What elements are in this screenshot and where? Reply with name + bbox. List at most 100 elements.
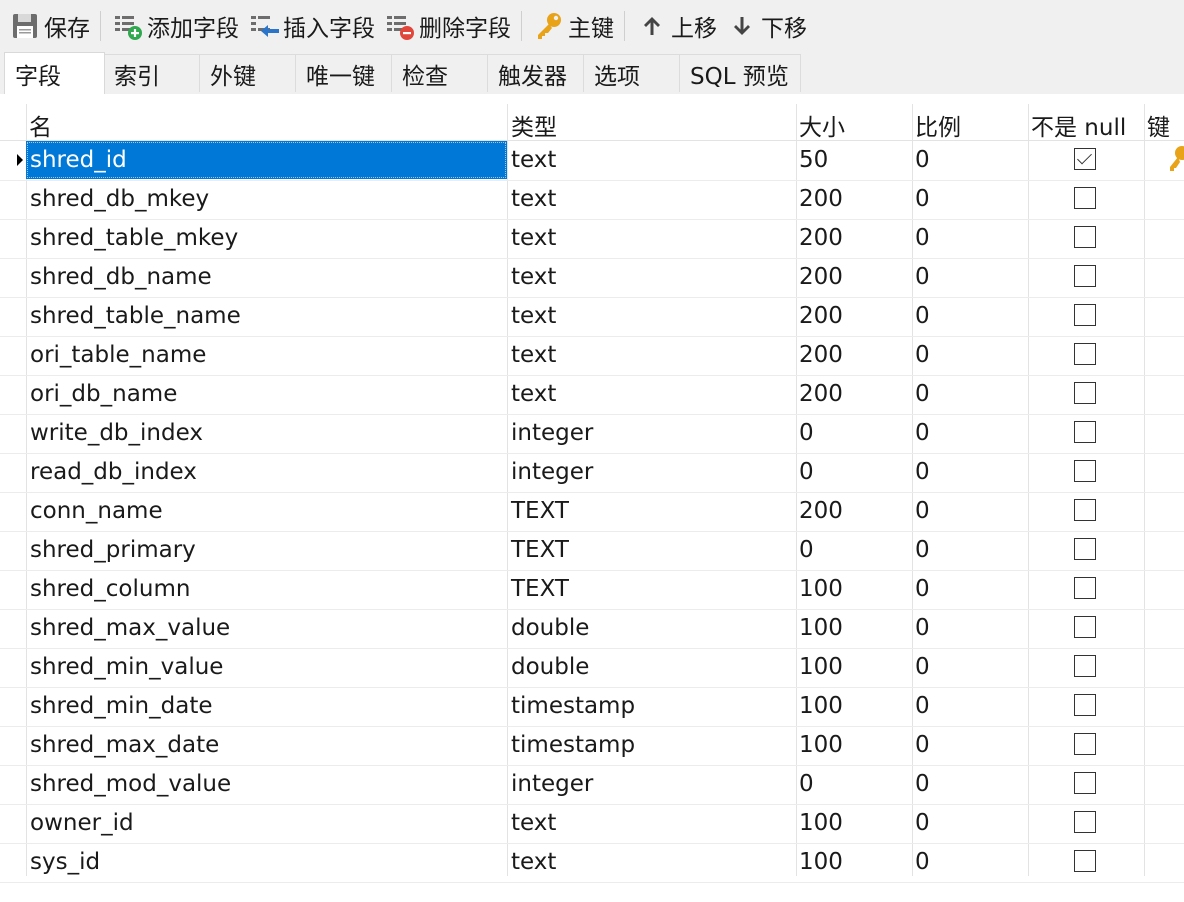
table-row[interactable]: ori_db_name text 200 0 — [0, 375, 1184, 415]
field-type-cell[interactable]: TEXT — [511, 492, 569, 530]
table-row[interactable]: ori_table_name text 200 0 — [0, 336, 1184, 376]
field-size-cell[interactable]: 100 — [799, 687, 843, 725]
table-row[interactable]: shred_column TEXT 100 0 — [0, 570, 1184, 610]
field-scale-cell[interactable]: 0 — [915, 609, 930, 647]
delete-field-button[interactable]: 删除字段 — [379, 6, 515, 46]
field-scale-cell[interactable]: 0 — [915, 765, 930, 803]
field-size-cell[interactable]: 200 — [799, 492, 843, 530]
field-scale-cell[interactable]: 0 — [915, 141, 930, 179]
field-size-cell[interactable]: 200 — [799, 375, 843, 413]
tab-checks[interactable]: 检查 — [391, 54, 487, 92]
field-name-cell[interactable]: shred_table_name — [26, 297, 507, 335]
table-row[interactable]: shred_db_name text 200 0 — [0, 258, 1184, 298]
not-null-checkbox[interactable] — [1074, 733, 1096, 755]
field-scale-cell[interactable]: 0 — [915, 687, 930, 725]
field-name-cell[interactable]: shred_mod_value — [26, 765, 507, 803]
move-down-button[interactable]: 下移 — [721, 6, 811, 46]
table-row[interactable]: shred_min_value double 100 0 — [0, 648, 1184, 688]
table-row[interactable]: read_db_index integer 0 0 — [0, 453, 1184, 493]
field-type-cell[interactable]: TEXT — [511, 570, 569, 608]
field-type-cell[interactable]: text — [511, 375, 556, 413]
tab-sql-preview[interactable]: SQL 预览 — [679, 54, 801, 92]
field-scale-cell[interactable]: 0 — [915, 648, 930, 686]
field-scale-cell[interactable]: 0 — [915, 570, 930, 608]
field-size-cell[interactable]: 0 — [799, 531, 814, 569]
field-scale-cell[interactable]: 0 — [915, 375, 930, 413]
table-row[interactable]: shred_db_mkey text 200 0 — [0, 180, 1184, 220]
not-null-checkbox[interactable] — [1074, 850, 1096, 872]
not-null-checkbox[interactable] — [1074, 694, 1096, 716]
field-type-cell[interactable]: double — [511, 609, 589, 647]
tab-foreign-keys[interactable]: 外键 — [199, 54, 295, 92]
field-type-cell[interactable]: text — [511, 336, 556, 374]
not-null-checkbox[interactable] — [1074, 421, 1096, 443]
tab-indexes[interactable]: 索引 — [103, 54, 199, 92]
field-size-cell[interactable]: 200 — [799, 180, 843, 218]
tab-options[interactable]: 选项 — [583, 54, 679, 92]
field-name-cell[interactable]: shred_db_mkey — [26, 180, 507, 218]
table-row[interactable]: shred_table_name text 200 0 — [0, 297, 1184, 337]
table-row[interactable]: owner_id text 100 0 — [0, 804, 1184, 844]
field-name-cell[interactable]: sys_id — [26, 843, 507, 881]
field-type-cell[interactable]: text — [511, 180, 556, 218]
field-size-cell[interactable]: 100 — [799, 609, 843, 647]
field-size-cell[interactable]: 100 — [799, 804, 843, 842]
table-row[interactable]: shred_id text 50 0 — [0, 141, 1184, 181]
not-null-checkbox[interactable] — [1074, 655, 1096, 677]
field-type-cell[interactable]: timestamp — [511, 687, 635, 725]
not-null-checkbox[interactable] — [1074, 616, 1096, 638]
field-name-cell[interactable]: shred_table_mkey — [26, 219, 507, 257]
not-null-checkbox[interactable] — [1074, 343, 1096, 365]
field-type-cell[interactable]: integer — [511, 453, 593, 491]
field-type-cell[interactable]: text — [511, 219, 556, 257]
field-type-cell[interactable]: text — [511, 258, 556, 296]
field-size-cell[interactable]: 50 — [799, 141, 828, 179]
field-type-cell[interactable]: double — [511, 648, 589, 686]
field-scale-cell[interactable]: 0 — [915, 258, 930, 296]
field-type-cell[interactable]: integer — [511, 414, 593, 452]
not-null-checkbox[interactable] — [1074, 382, 1096, 404]
column-header-key[interactable]: 键 — [1147, 108, 1170, 142]
table-row[interactable]: shred_min_date timestamp 100 0 — [0, 687, 1184, 727]
not-null-checkbox[interactable] — [1074, 148, 1096, 170]
field-size-cell[interactable]: 100 — [799, 726, 843, 764]
table-row[interactable]: shred_max_value double 100 0 — [0, 609, 1184, 649]
column-header-scale[interactable]: 比例 — [915, 108, 961, 142]
table-row[interactable]: shred_max_date timestamp 100 0 — [0, 726, 1184, 766]
field-type-cell[interactable]: text — [511, 843, 556, 881]
field-type-cell[interactable]: text — [511, 141, 556, 179]
not-null-checkbox[interactable] — [1074, 577, 1096, 599]
field-scale-cell[interactable]: 0 — [915, 414, 930, 452]
field-name-cell[interactable]: shred_max_date — [26, 726, 507, 764]
field-name-cell[interactable]: shred_column — [26, 570, 507, 608]
tab-unique-keys[interactable]: 唯一键 — [295, 54, 391, 92]
table-row[interactable]: conn_name TEXT 200 0 — [0, 492, 1184, 532]
field-scale-cell[interactable]: 0 — [915, 336, 930, 374]
field-type-cell[interactable]: TEXT — [511, 531, 569, 569]
not-null-checkbox[interactable] — [1074, 226, 1096, 248]
not-null-checkbox[interactable] — [1074, 811, 1096, 833]
not-null-checkbox[interactable] — [1074, 499, 1096, 521]
field-size-cell[interactable]: 0 — [799, 414, 814, 452]
add-field-button[interactable]: 添加字段 — [107, 6, 243, 46]
insert-field-button[interactable]: 插入字段 — [243, 6, 379, 46]
field-scale-cell[interactable]: 0 — [915, 219, 930, 257]
save-button[interactable]: 保存 — [4, 6, 94, 46]
field-size-cell[interactable]: 200 — [799, 219, 843, 257]
field-name-cell[interactable]: shred_id — [26, 141, 507, 179]
field-size-cell[interactable]: 0 — [799, 765, 814, 803]
column-header-type[interactable]: 类型 — [511, 108, 557, 142]
field-size-cell[interactable]: 100 — [799, 570, 843, 608]
not-null-checkbox[interactable] — [1074, 460, 1096, 482]
field-name-cell[interactable]: ori_table_name — [26, 336, 507, 374]
field-name-cell[interactable]: read_db_index — [26, 453, 507, 491]
tab-fields[interactable]: 字段 — [4, 52, 105, 94]
field-name-cell[interactable]: shred_primary — [26, 531, 507, 569]
tab-triggers[interactable]: 触发器 — [487, 54, 583, 92]
column-header-not-null[interactable]: 不是 null — [1031, 108, 1126, 142]
field-name-cell[interactable]: shred_max_value — [26, 609, 507, 647]
field-name-cell[interactable]: shred_min_date — [26, 687, 507, 725]
field-size-cell[interactable]: 200 — [799, 258, 843, 296]
field-scale-cell[interactable]: 0 — [915, 297, 930, 335]
field-scale-cell[interactable]: 0 — [915, 180, 930, 218]
